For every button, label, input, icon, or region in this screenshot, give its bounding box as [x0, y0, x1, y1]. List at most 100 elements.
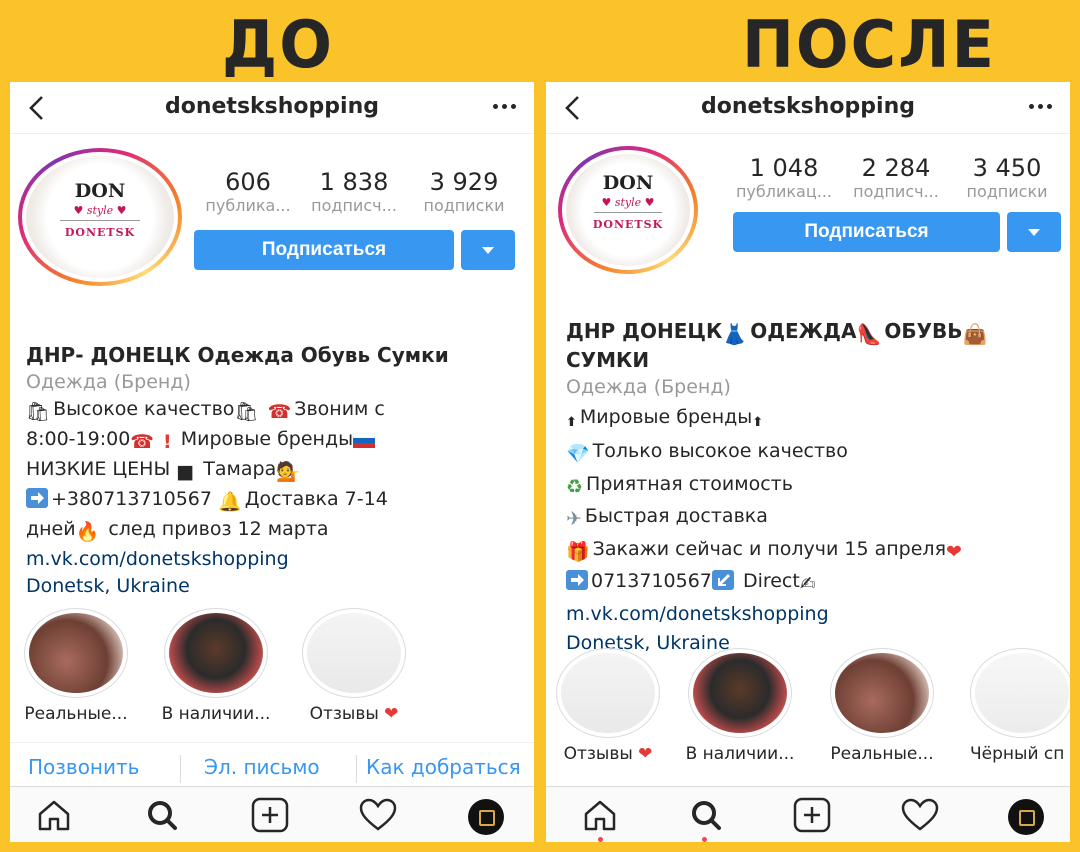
- top-arrow-icon: ⬆: [566, 414, 577, 430]
- new-post-icon[interactable]: [792, 797, 832, 833]
- posts-count[interactable]: 606 публика...: [200, 168, 296, 215]
- bio-website-link[interactable]: m.vk.com/donetskshopping: [26, 546, 526, 573]
- directions-button[interactable]: Как добраться: [366, 755, 521, 779]
- russia-flag-icon: [352, 429, 376, 456]
- bio-line: 8:00-19:00☎ ! Мировые бренды: [26, 426, 526, 456]
- woman-tipping-hand-icon: 💁: [276, 461, 300, 483]
- chevron-down-icon: [1028, 229, 1040, 236]
- profile-avatar[interactable]: DON ♥ style ♥ DONETSK: [18, 148, 182, 286]
- dress-icon: 👗: [722, 322, 748, 346]
- following-count[interactable]: 3 929 подписки: [412, 168, 516, 215]
- profile-category: Одежда (Бренд): [26, 371, 191, 393]
- email-button[interactable]: Эл. письмо: [204, 755, 320, 779]
- profile-name: ДНР ДОНЕЦК👗 ОДЕЖДА👠 ОБУВЬ👜 СУМКИ: [566, 319, 988, 372]
- new-post-icon[interactable]: [250, 797, 290, 833]
- handbag-icon: 👜: [962, 322, 988, 346]
- shopping-bags-icon: 🛍: [26, 401, 51, 423]
- arrow-right-icon: [566, 570, 588, 600]
- more-options-icon[interactable]: [489, 104, 516, 109]
- bio-line: НИЗКИЕ ЦЕНЫ ■ Тамара💁: [26, 456, 526, 486]
- writing-hand-icon: ✍: [799, 573, 816, 595]
- contact-bar: Позвонить Эл. письмо Как добраться: [10, 742, 534, 792]
- chevron-down-icon: [482, 247, 494, 254]
- top-arrow-icon: ⬆: [752, 414, 764, 430]
- suggestions-dropdown-button[interactable]: [1007, 212, 1061, 252]
- red-heart-icon: ❤: [946, 540, 962, 563]
- notification-dot: [702, 837, 707, 842]
- bio-website-link[interactable]: m.vk.com/donetskshopping: [566, 600, 1062, 630]
- bio-line: 💎 Только высокое качество: [566, 437, 1062, 470]
- bio-line: ⬆ Мировые бренды⬆: [566, 403, 1062, 438]
- exclamation-icon: !: [163, 431, 172, 453]
- heart-icon[interactable]: [358, 797, 398, 833]
- high-heel-icon: 👠: [856, 322, 882, 346]
- profile-header: donetskshopping: [546, 82, 1070, 134]
- followers-count[interactable]: 2 284 подписч...: [842, 154, 950, 201]
- profile-tab-avatar[interactable]: [468, 799, 504, 835]
- profile-bio: ДНР- ДОНЕЦК Одежда Обувь Сумки Одежда (Б…: [26, 342, 526, 600]
- followers-count[interactable]: 1 838 подписч...: [300, 168, 408, 215]
- telephone-icon: ☎: [267, 401, 292, 423]
- red-heart-icon: ❤: [384, 704, 399, 724]
- follow-button[interactable]: Подписаться: [733, 212, 1000, 252]
- follow-button[interactable]: Подписаться: [194, 230, 454, 270]
- story-highlight[interactable]: В наличии...: [682, 648, 798, 764]
- search-icon[interactable]: [686, 797, 726, 833]
- profile-username: donetskshopping: [164, 94, 379, 119]
- heart-icon[interactable]: [900, 797, 940, 833]
- bottom-tab-bar: [10, 786, 534, 842]
- bell-icon: 🔔: [218, 491, 242, 513]
- story-highlight[interactable]: Реальные...: [18, 608, 134, 724]
- logo-text-don: DON: [602, 172, 654, 194]
- after-profile-screen: donetskshopping DON ♥ style ♥ DONETSK 1 …: [546, 82, 1070, 842]
- bio-line: +380713710567 🔔 Доставка 7-14: [26, 486, 526, 516]
- recycle-icon: ♻: [566, 475, 584, 498]
- bio-line: 🛍 Высокое качество🛍 ☎ Звоним с: [26, 396, 526, 426]
- profile-avatar[interactable]: DON ♥ style ♥ DONETSK: [558, 146, 698, 274]
- after-title: ПОСЛЕ: [742, 6, 996, 83]
- before-profile-screen: donetskshopping DON ♥ style ♥ DONETSK 60…: [10, 82, 534, 842]
- gift-icon: 🎁: [566, 540, 590, 563]
- profile-bio: ДНР ДОНЕЦК👗 ОДЕЖДА👠 ОБУВЬ👜 СУМКИ Одежда (Б…: [566, 318, 1062, 659]
- logo-text-style: ♥ style ♥: [73, 204, 127, 217]
- posts-count[interactable]: 1 048 публикац...: [730, 154, 838, 201]
- red-heart-icon: ❤: [638, 744, 653, 764]
- suggestions-dropdown-button[interactable]: [461, 230, 515, 270]
- bio-line: 🎁 Закажи сейчас и получи 15 апреля❤: [566, 535, 1062, 568]
- bio-line: ✈ Быстрая доставка: [566, 502, 1062, 535]
- logo-text-donetsk: DONETSK: [592, 218, 664, 231]
- logo-text-style: ♥ style ♥: [601, 196, 655, 209]
- more-options-icon[interactable]: [1025, 104, 1052, 109]
- profile-tab-avatar[interactable]: [1008, 799, 1044, 835]
- story-highlight[interactable]: Отзывы ❤: [550, 648, 666, 764]
- bio-line: дней🔥 след привоз 12 марта: [26, 516, 526, 546]
- home-icon[interactable]: [580, 797, 620, 833]
- arrow-right-icon: [26, 488, 48, 516]
- gem-icon: 💎: [566, 443, 590, 465]
- story-highlight[interactable]: Отзывы ❤: [296, 608, 412, 724]
- fire-icon: 🔥: [75, 521, 100, 543]
- profile-name: ДНР- ДОНЕЦК Одежда Обувь Сумки: [26, 343, 449, 367]
- black-square-icon: ■: [176, 461, 195, 483]
- following-count[interactable]: 3 450 подписки: [954, 154, 1060, 201]
- search-icon[interactable]: [142, 797, 182, 833]
- bottom-tab-bar: [546, 786, 1070, 842]
- logo-text-donetsk: DONETSK: [64, 226, 136, 239]
- home-icon[interactable]: [34, 797, 74, 833]
- bio-line: 0713710567 Direct✍: [566, 567, 1062, 600]
- airplane-icon: ✈: [566, 508, 582, 530]
- shopping-bags-icon: 🛍: [234, 401, 259, 423]
- bio-location[interactable]: Donetsk, Ukraine: [26, 573, 526, 600]
- arrow-down-left-icon: [711, 570, 734, 600]
- call-button[interactable]: Позвонить: [28, 755, 139, 779]
- profile-username: donetskshopping: [700, 94, 915, 119]
- bio-line: ♻ Приятная стоимость: [566, 470, 1062, 503]
- logo-text-don: DON: [74, 180, 126, 202]
- profile-category: Одежда (Бренд): [566, 376, 731, 398]
- telephone-icon: ☎: [130, 431, 154, 453]
- story-highlight[interactable]: Реальные...: [824, 648, 940, 764]
- story-highlight[interactable]: Чёрный сп: [964, 648, 1070, 764]
- story-highlight[interactable]: В наличии...: [158, 608, 274, 724]
- profile-header: donetskshopping: [10, 82, 534, 134]
- notification-dot: [598, 837, 603, 842]
